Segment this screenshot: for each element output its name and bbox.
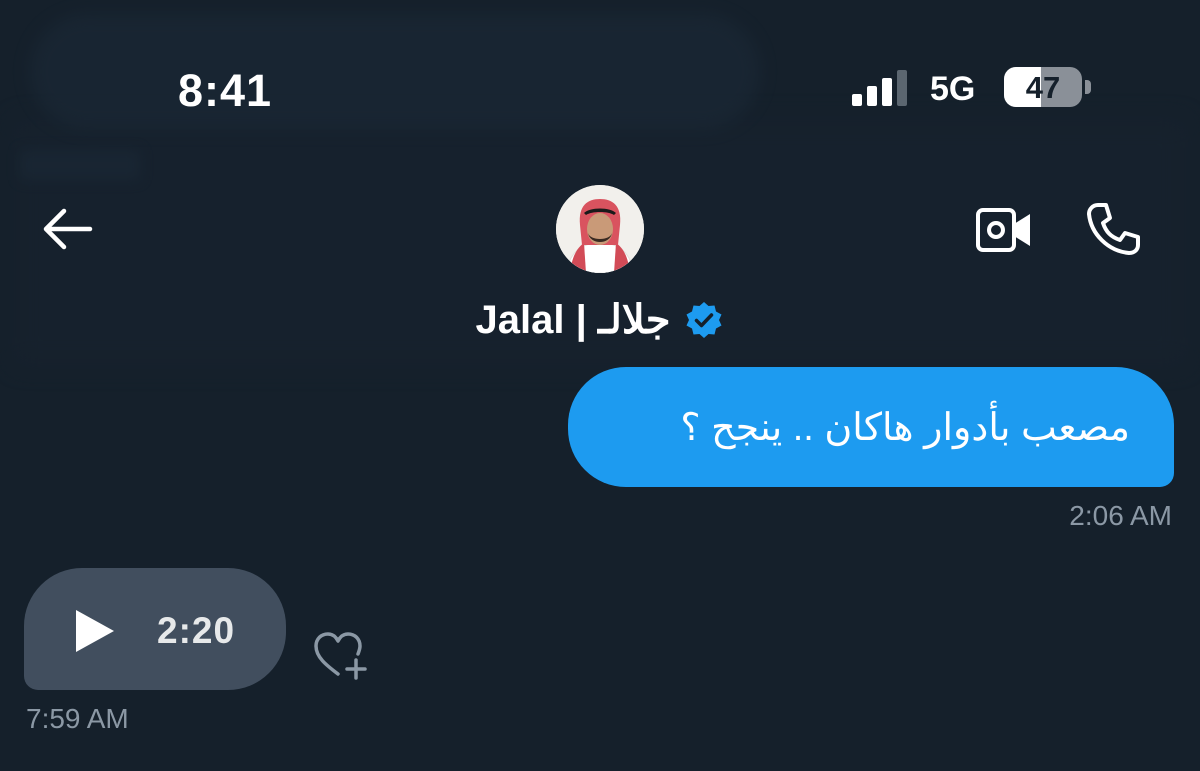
heart-plus-icon[interactable] bbox=[312, 630, 370, 682]
received-message-time: 7:59 AM bbox=[26, 703, 129, 734]
network-type: 5G bbox=[930, 70, 976, 108]
arrow-left-icon[interactable] bbox=[40, 206, 94, 252]
battery-percent: 47 bbox=[1025, 70, 1061, 105]
cellular-signal-icon bbox=[852, 70, 907, 106]
audio-message-bubble: 2:20 bbox=[24, 568, 286, 690]
blurred-overlay bbox=[30, 14, 760, 129]
sent-message-text: مصعب بأدوار هاكان .. ينجح ؟ bbox=[680, 406, 1130, 449]
contact-name: Jalal | جلالـ bbox=[475, 298, 671, 342]
audio-duration: 2:20 bbox=[157, 610, 236, 651]
phone-icon[interactable] bbox=[1084, 200, 1142, 258]
avatar[interactable] bbox=[556, 185, 644, 273]
avatar-image bbox=[556, 185, 644, 273]
sent-message-bubble[interactable]: مصعب بأدوار هاكان .. ينجح ؟ bbox=[568, 367, 1174, 487]
play-icon[interactable] bbox=[76, 608, 142, 654]
battery-tip bbox=[1085, 80, 1091, 94]
verified-badge-icon bbox=[686, 302, 722, 338]
battery-icon: 47 bbox=[1004, 67, 1082, 107]
sent-message-time: 2:06 AM bbox=[1069, 500, 1172, 531]
status-time: 8:41 bbox=[178, 65, 273, 116]
contact-name-row[interactable]: Jalal | جلالـ bbox=[440, 292, 760, 348]
video-camera-icon[interactable] bbox=[974, 206, 1034, 254]
blurred-overlay-small bbox=[20, 150, 140, 180]
